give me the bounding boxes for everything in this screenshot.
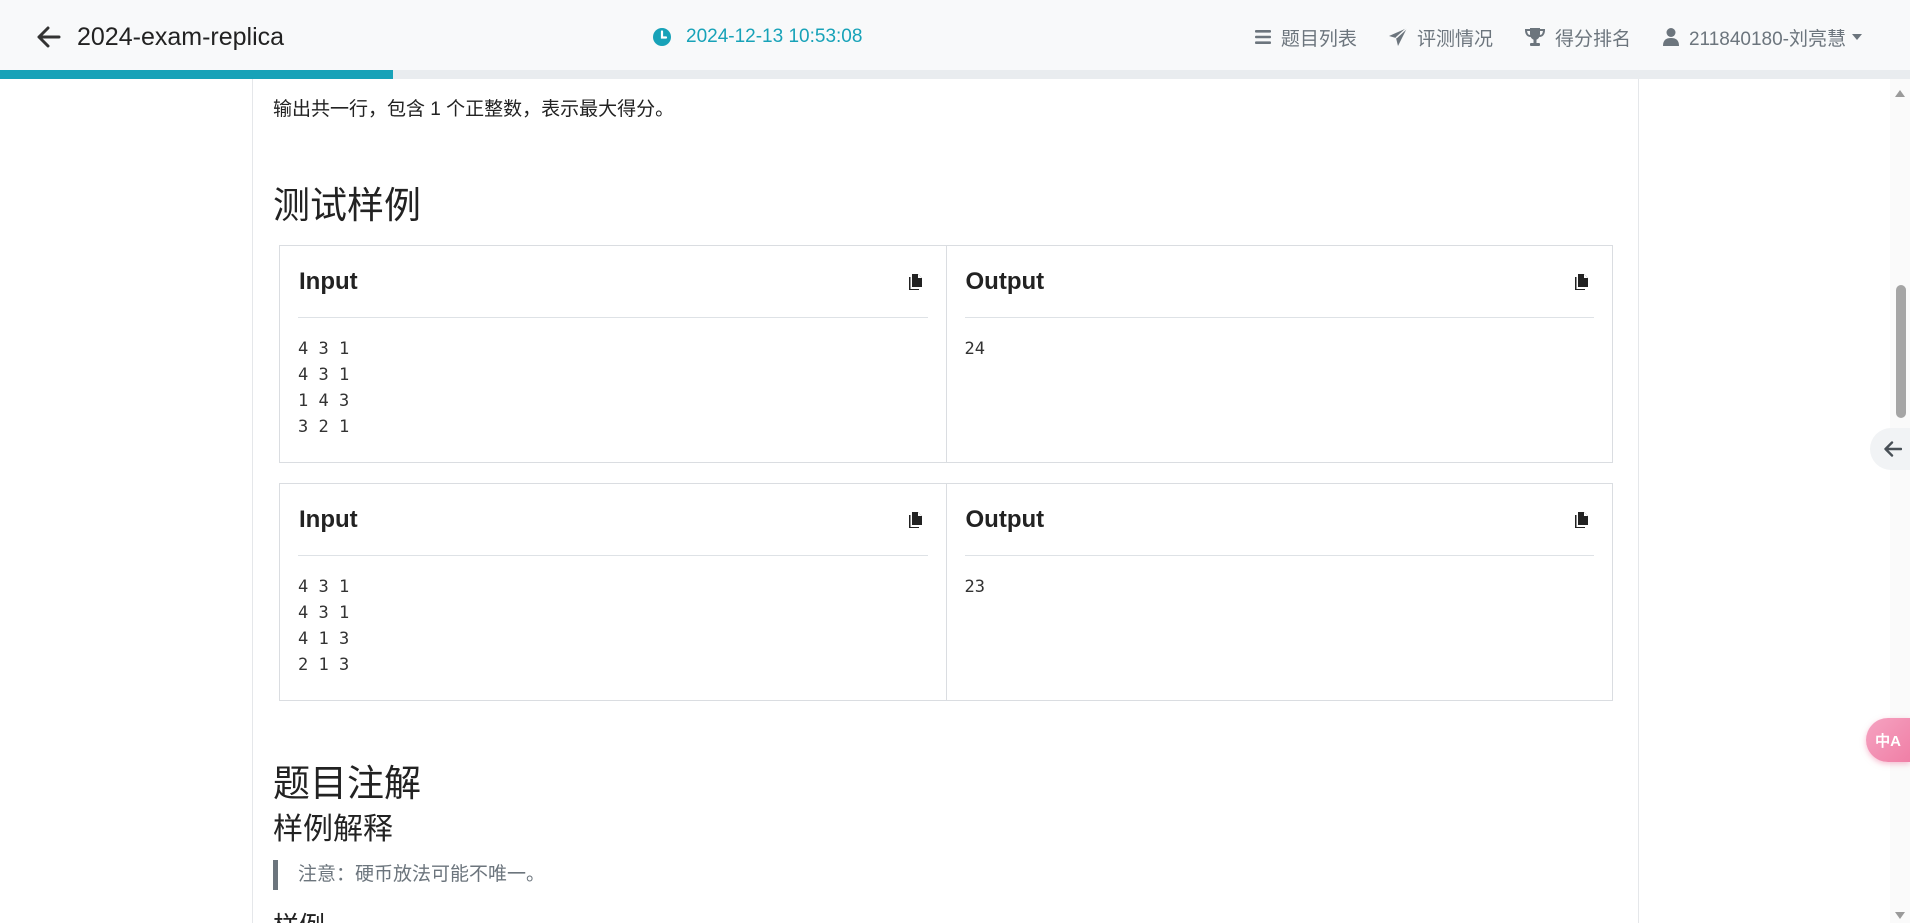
copy-icon	[908, 511, 922, 528]
note-blockquote: 注意：硬币放法可能不唯一。	[273, 860, 545, 890]
copy-icon	[908, 273, 922, 290]
nav-menu: 题目列表 评测情况 得分排名 211840180-刘亮慧	[1223, 22, 1862, 52]
nav-ranking[interactable]: 得分排名	[1524, 24, 1631, 51]
sample-output-pane: Output 23	[946, 483, 1613, 701]
sample-subheading: 样例	[273, 906, 325, 923]
sample-output-pane: Output 24	[946, 245, 1613, 463]
sample-output-text: 23	[964, 577, 985, 597]
copy-icon	[1575, 273, 1588, 290]
scroll-up-arrow-icon[interactable]	[1895, 90, 1905, 97]
contest-title[interactable]: 2024-exam-replica	[77, 22, 284, 52]
sample-input-title: Input	[299, 267, 358, 295]
scroll-thumb[interactable]	[1896, 285, 1906, 418]
nav-ranking-label: 得分排名	[1554, 28, 1631, 50]
paper-plane-icon	[1388, 27, 1408, 46]
list-icon	[1254, 30, 1271, 44]
sample-input-pane: Input 4 3 1 4 3 1 4 1 3 2 1 3	[279, 483, 947, 701]
copy-input-button[interactable]	[904, 270, 928, 294]
sidebar-toggle-button[interactable]	[1870, 428, 1910, 470]
back-button[interactable]	[36, 22, 62, 52]
sample-block: Input 4 3 1 4 3 1 4 1 3 2 1 3 Output 23	[279, 483, 1613, 701]
top-navbar: 2024-exam-replica 2024-12-13 10:53:08 题目…	[0, 0, 1910, 74]
sample-input-text: 4 3 1 4 3 1 4 1 3 2 1 3	[298, 577, 350, 675]
output-description: 输出共一行，包含 1 个正整数，表示最大得分。	[273, 99, 675, 120]
server-clock: 2024-12-13 10:53:08	[652, 24, 862, 50]
notes-heading: 题目注解	[273, 763, 421, 804]
page-scrollbar[interactable]	[1890, 74, 1910, 923]
sample-input-text: 4 3 1 4 3 1 1 4 3 3 2 1	[298, 339, 350, 437]
translate-icon: 中A	[1875, 732, 1901, 750]
time-progress-bar	[0, 70, 1910, 79]
nav-judge-status-label: 评测情况	[1416, 28, 1493, 50]
sample-input-pane: Input 4 3 1 4 3 1 1 4 3 3 2 1	[279, 245, 947, 463]
sample-input-title: Input	[299, 505, 358, 533]
sample-input-header: Input	[298, 246, 928, 318]
clock-text: 2024-12-13 10:53:08	[686, 26, 863, 47]
chevron-down-icon	[1852, 34, 1862, 40]
copy-output-button[interactable]	[1570, 270, 1594, 294]
user-name: 211840180-刘亮慧	[1688, 28, 1846, 50]
sample-output-header: Output	[964, 484, 1594, 556]
user-menu-dropdown[interactable]: 211840180-刘亮慧	[1662, 24, 1862, 51]
sample-output-title: Output	[965, 267, 1045, 295]
samples-heading: 测试样例	[273, 185, 421, 226]
nav-problem-list-label: 题目列表	[1280, 28, 1357, 50]
sample-block: Input 4 3 1 4 3 1 1 4 3 3 2 1 Output 24	[279, 245, 1613, 463]
time-progress-fill	[0, 70, 394, 79]
sample-output-text: 24	[964, 339, 985, 359]
copy-output-button[interactable]	[1570, 508, 1594, 532]
translate-button[interactable]: 中A	[1866, 718, 1910, 762]
sample-output-header: Output	[964, 246, 1594, 318]
trophy-icon	[1524, 28, 1545, 46]
nav-problem-list[interactable]: 题目列表	[1254, 24, 1357, 51]
sample-input-header: Input	[298, 484, 928, 556]
scroll-down-arrow-icon[interactable]	[1895, 912, 1905, 919]
sample-output-title: Output	[965, 505, 1045, 533]
sample-explanation-heading: 样例解释	[273, 813, 393, 846]
nav-judge-status[interactable]: 评测情况	[1388, 24, 1493, 51]
copy-icon	[1575, 511, 1588, 528]
arrow-left-icon	[1884, 441, 1902, 457]
clock-icon	[653, 28, 671, 46]
user-icon	[1662, 28, 1679, 46]
arrow-left-icon	[37, 26, 61, 48]
copy-input-button[interactable]	[904, 508, 928, 532]
problem-content: 输出格式 输出共一行，包含 1 个正整数，表示最大得分。 测试样例 Input …	[252, 74, 1639, 923]
